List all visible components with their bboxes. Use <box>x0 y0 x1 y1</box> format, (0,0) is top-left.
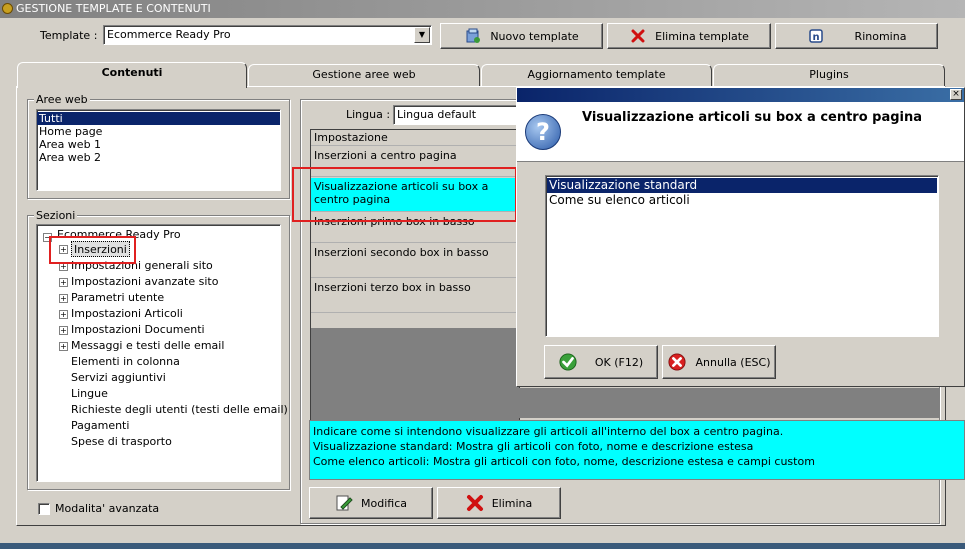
dialog-title-bar <box>517 88 964 102</box>
delete-label: Elimina <box>491 496 533 510</box>
description-line: Come elenco articoli: Mostra gli articol… <box>313 455 815 468</box>
rename-button[interactable]: n Rinomina <box>775 23 938 49</box>
cancel-button[interactable]: Annulla (ESC) <box>662 345 776 379</box>
tree-item[interactable]: Parametri utente <box>71 290 164 306</box>
modify-label: Modifica <box>361 496 407 510</box>
aree-web-label: Aree web <box>34 93 90 106</box>
tab-gestione-aree-web[interactable]: Gestione aree web <box>248 64 480 86</box>
delete-template-label: Elimina template <box>655 29 749 43</box>
list-item[interactable]: Tutti <box>37 112 280 125</box>
chevron-down-icon[interactable]: ▼ <box>414 27 430 43</box>
list-item[interactable]: Area web 1 <box>37 138 280 151</box>
tree-item[interactable]: Servizi aggiuntivi <box>71 370 166 386</box>
lingua-label: Lingua : <box>346 108 391 121</box>
aree-web-list[interactable]: Tutti Home page Area web 1 Area web 2 <box>36 109 281 191</box>
tree-item[interactable]: Elementi in colonna <box>71 354 180 370</box>
dialog-title: Visualizzazione articoli su box a centro… <box>582 110 923 125</box>
expand-icon[interactable]: + <box>59 310 68 319</box>
delete-x-icon <box>629 27 647 45</box>
new-template-label: Nuovo template <box>490 29 579 43</box>
ok-check-icon <box>559 353 577 371</box>
dialog-option[interactable]: Visualizzazione standard <box>547 178 937 193</box>
window-title-bar: GESTIONE TEMPLATE E CONTENUTI <box>0 0 965 18</box>
tree-item[interactable]: Impostazioni Documenti <box>71 322 205 338</box>
table-row[interactable]: Inserzioni terzo box in basso <box>311 279 519 313</box>
annotation-box <box>292 167 517 222</box>
advanced-mode-checkbox[interactable] <box>38 503 50 515</box>
tree-item[interactable]: Spese di trasporto <box>71 434 172 450</box>
modify-button[interactable]: Modifica <box>309 487 433 519</box>
dialog-header: ? Visualizzazione articoli su box a cent… <box>517 102 964 162</box>
delete-template-button[interactable]: Elimina template <box>607 23 771 49</box>
sezioni-label: Sezioni <box>34 209 78 222</box>
grid-header[interactable]: Impostazione <box>311 130 519 146</box>
close-icon[interactable]: × <box>950 89 962 100</box>
cancel-x-icon <box>667 353 686 371</box>
app-icon <box>2 3 13 14</box>
tab-contenuti[interactable]: Contenuti <box>17 62 247 88</box>
cancel-label: Annulla (ESC) <box>695 355 771 369</box>
tree-item[interactable]: Richieste degli utenti (testi delle emai… <box>71 402 288 418</box>
lingua-select-value: Lingua default <box>397 108 477 121</box>
new-template-button[interactable]: Nuovo template <box>440 23 603 49</box>
template-select-value: Ecommerce Ready Pro <box>107 28 231 41</box>
tree-item[interactable]: Pagamenti <box>71 418 129 434</box>
template-select[interactable]: Ecommerce Ready Pro ▼ <box>103 25 432 45</box>
list-item[interactable]: Home page <box>37 125 280 138</box>
svg-text:n: n <box>812 32 819 43</box>
delete-x-icon <box>466 494 484 512</box>
dialog-option[interactable]: Come su elenco articoli <box>547 193 937 208</box>
tab-plugins-label: Plugins <box>809 68 849 81</box>
tree-item[interactable]: Impostazioni Articoli <box>71 306 183 322</box>
tab-aggiornamento-template-label: Aggiornamento template <box>527 68 666 81</box>
template-label: Template : <box>40 29 98 42</box>
tree-item[interactable]: Lingue <box>71 386 108 402</box>
expand-icon[interactable]: + <box>59 294 68 303</box>
lingua-select[interactable]: Lingua default <box>393 105 523 125</box>
bottom-bar <box>0 543 965 549</box>
expand-icon[interactable]: + <box>59 326 68 335</box>
question-icon: ? <box>525 114 561 150</box>
description-line: Indicare come si intendono visualizzare … <box>313 425 784 438</box>
rename-icon: n <box>807 27 825 45</box>
tab-gestione-aree-web-label: Gestione aree web <box>312 68 416 81</box>
tab-aggiornamento-template[interactable]: Aggiornamento template <box>481 64 712 86</box>
tree-item[interactable]: Messaggi e testi delle email <box>71 338 224 354</box>
new-template-icon <box>464 27 482 45</box>
edit-icon <box>335 494 353 512</box>
description-box: Indicare come si intendono visualizzare … <box>309 420 965 480</box>
expand-icon[interactable]: + <box>59 278 68 287</box>
advanced-mode-label: Modalita' avanzata <box>55 502 160 515</box>
dialog-options-list[interactable]: Visualizzazione standard Come su elenco … <box>545 175 939 337</box>
window-title: GESTIONE TEMPLATE E CONTENUTI <box>16 2 211 15</box>
tab-contenuti-label: Contenuti <box>101 66 163 79</box>
list-item[interactable]: Area web 2 <box>37 151 280 164</box>
expand-icon[interactable]: + <box>59 342 68 351</box>
ok-button[interactable]: OK (F12) <box>544 345 658 379</box>
delete-button[interactable]: Elimina <box>437 487 561 519</box>
table-row[interactable]: Inserzioni secondo box in basso <box>311 244 519 278</box>
description-line: Visualizzazione standard: Mostra gli art… <box>313 440 754 453</box>
rename-label: Rinomina <box>854 29 907 43</box>
ok-label: OK (F12) <box>594 355 644 369</box>
tree-item[interactable]: Impostazioni avanzate sito <box>71 274 218 290</box>
tab-plugins[interactable]: Plugins <box>713 64 945 86</box>
grid-empty-area <box>515 388 940 418</box>
annotation-box <box>49 236 136 264</box>
option-dialog: × ? Visualizzazione articoli su box a ce… <box>516 87 965 387</box>
